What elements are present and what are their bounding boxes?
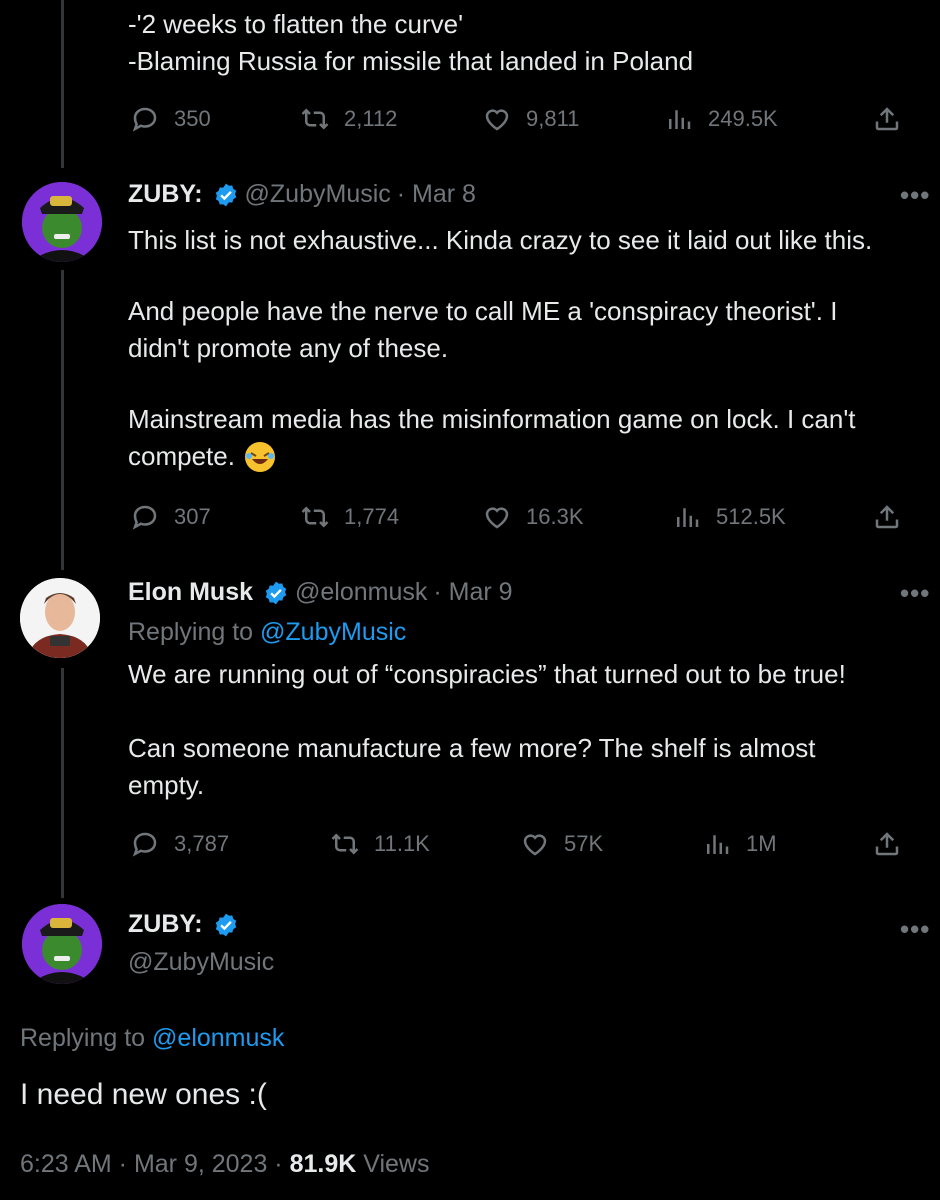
tweet-header: ZUBY: (128, 910, 239, 939)
thread-line (61, 270, 64, 570)
avatar[interactable] (20, 578, 100, 658)
verified-badge-icon (265, 581, 287, 604)
share-button[interactable] (872, 502, 902, 532)
tweet-text-line: Can someone manufacture a few more? The … (128, 733, 816, 763)
replying-to: Replying to @elonmusk (20, 1024, 284, 1053)
like-count: 9,811 (526, 106, 580, 131)
timestamp[interactable]: · Mar 8 (397, 180, 476, 209)
display-name[interactable]: Elon Musk (128, 578, 253, 607)
reply-icon (132, 107, 157, 132)
retweet-count: 1,774 (344, 504, 400, 529)
like-button[interactable]: 9,811 (482, 104, 579, 134)
retweet-icon (301, 506, 329, 528)
avatar[interactable] (22, 182, 102, 262)
verified-badge-icon (215, 913, 236, 936)
tweet-text-line: empty. (128, 770, 205, 800)
reply-count: 350 (174, 106, 211, 131)
share-icon (875, 832, 899, 856)
views-icon (669, 110, 691, 129)
share-icon (875, 107, 899, 131)
replying-to-label: Replying to (128, 618, 254, 646)
laughing-emoji-icon (244, 441, 275, 472)
retweet-icon (301, 108, 329, 130)
tweet-header: ZUBY: @ZubyMusic · Mar 8 (128, 180, 476, 209)
share-button[interactable] (872, 104, 902, 134)
replying-to-link[interactable]: @ZubyMusic (260, 618, 406, 646)
views-label: Views (363, 1150, 430, 1178)
like-button[interactable]: 16.3K (482, 502, 584, 532)
zuby-avatar-image (22, 904, 102, 984)
share-button[interactable] (872, 829, 902, 859)
views-count: 1M (746, 831, 777, 856)
views-button[interactable]: 249.5K (664, 104, 778, 134)
thread-line (61, 668, 64, 898)
elon-avatar-image (20, 578, 100, 658)
reply-count: 307 (174, 504, 211, 529)
reply-count: 3,787 (174, 831, 230, 856)
heart-icon (485, 507, 509, 529)
handle[interactable]: @elonmusk (295, 578, 427, 607)
retweet-button[interactable]: 11.1K (330, 829, 430, 859)
retweet-button[interactable]: 1,774 (300, 502, 399, 532)
replying-to-label: Replying to (20, 1024, 146, 1052)
retweet-count: 11.1K (374, 831, 430, 856)
like-count: 16.3K (526, 504, 584, 529)
retweet-button[interactable]: 2,112 (300, 104, 397, 134)
tweet-text-line: Mainstream media has the misinformation … (128, 404, 856, 434)
tweet-text-line: We are running out of “conspiracies” tha… (128, 659, 846, 689)
tweet-text-line: didn't promote any of these. (128, 333, 449, 363)
tweet-timestamp[interactable]: 6:23 AM · Mar 9, 2023 · (20, 1150, 283, 1178)
reply-icon (132, 832, 157, 857)
replying-to-link[interactable]: @elonmusk (152, 1024, 284, 1052)
views-count: 512.5K (716, 504, 786, 529)
more-options-icon[interactable]: ••• (900, 578, 930, 609)
handle[interactable]: @ZubyMusic (245, 180, 391, 209)
views-icon (707, 835, 729, 854)
views-button[interactable]: 512.5K (672, 502, 786, 532)
display-name[interactable]: ZUBY: (128, 180, 203, 209)
views-count: 81.9K (289, 1150, 357, 1178)
thread-line (61, 0, 64, 168)
display-name[interactable]: ZUBY: (128, 910, 203, 939)
tweet-text-line: This list is not exhaustive... Kinda cra… (128, 225, 873, 255)
share-icon (875, 505, 899, 529)
verified-badge-icon (215, 183, 236, 206)
tweet-text-line: And people have the nerve to call ME a '… (128, 296, 838, 326)
reply-button[interactable]: 307 (130, 502, 211, 532)
tweet-text-line-with-emoji: compete. (128, 438, 277, 475)
like-button[interactable]: 57K (520, 829, 603, 859)
tweet-text-line: -'2 weeks to flatten the curve' (128, 9, 464, 39)
replying-to: Replying to @ZubyMusic (128, 618, 406, 647)
tweet-meta: 6:23 AM · Mar 9, 2023 · 81.9K Views (20, 1150, 430, 1179)
reply-button[interactable]: 350 (130, 104, 211, 134)
handle[interactable]: @ZubyMusic (128, 948, 274, 977)
retweet-icon (331, 833, 359, 855)
like-count: 57K (564, 831, 604, 856)
heart-icon (485, 109, 509, 131)
more-options-icon[interactable]: ••• (900, 180, 930, 211)
reply-icon (132, 505, 157, 530)
retweet-count: 2,112 (344, 106, 398, 131)
zuby-avatar-image (22, 182, 102, 262)
views-button[interactable]: 1M (702, 829, 777, 859)
views-count: 249.5K (708, 106, 778, 131)
tweet-text-line: -Blaming Russia for missile that landed … (128, 46, 694, 76)
timestamp[interactable]: · Mar 9 (433, 578, 512, 607)
avatar[interactable] (22, 904, 102, 984)
views-icon (677, 508, 699, 527)
reply-button[interactable]: 3,787 (130, 829, 229, 859)
more-options-icon[interactable]: ••• (900, 914, 930, 945)
tweet-text: compete. (128, 441, 235, 471)
tweet-header: Elon Musk @elonmusk · Mar 9 (128, 578, 513, 607)
heart-icon (523, 834, 547, 856)
tweet-text: I need new ones :( (20, 1078, 267, 1111)
